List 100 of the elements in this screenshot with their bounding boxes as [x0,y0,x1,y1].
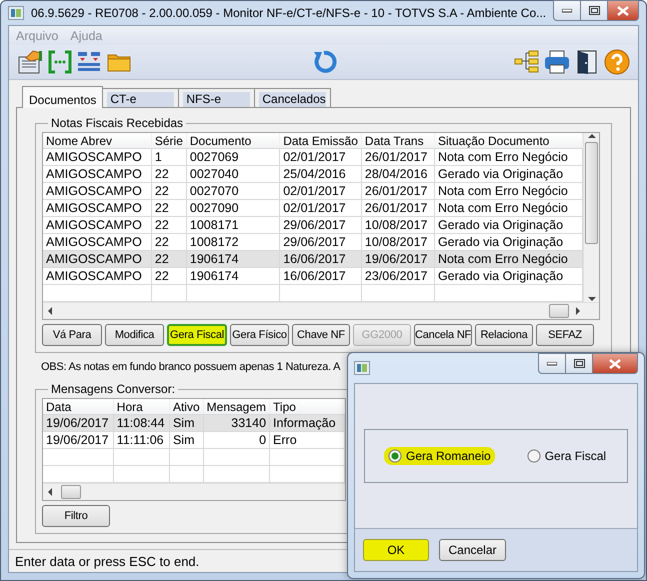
arrow-up-icon [586,133,596,139]
table-cell: 0027090 [186,200,280,216]
action-button[interactable]: Gera Físico [230,324,289,346]
scrollbar-thumb[interactable] [61,485,81,499]
arrow-left-icon [47,306,53,316]
table-cell: Gerado via Originação [434,166,582,182]
table-cell: 26/01/2017 [361,200,434,216]
minimize-button[interactable] [553,0,581,21]
close-button[interactable] [593,353,638,374]
column-header[interactable]: Ativo [169,399,204,414]
column-header[interactable]: Nome Abrev [43,133,152,148]
table-cell: AMIGOSCAMPO [43,268,152,284]
horizontal-scrollbar[interactable] [43,302,599,319]
column-header[interactable]: Hora [113,399,170,414]
action-button[interactable]: Chave NF [292,324,350,346]
minimize-icon [547,362,557,366]
action-button[interactable]: Vá Para [42,324,102,346]
table-row[interactable]: AMIGOSCAMPO 22 1008171 29/06/2017 10/08/2017 Gerado via Originação [43,216,582,234]
brackets-icon[interactable] [47,49,73,75]
table-cell: Nota com Erro Negócio [434,148,582,166]
column-header[interactable]: Data Emissão [280,133,362,148]
table-cell: 0027070 [186,182,280,200]
table-cell: AMIGOSCAMPO [43,200,152,216]
table-cell: 22 [151,216,186,234]
table-cell: AMIGOSCAMPO [43,166,152,182]
table-cell: 22 [151,200,186,216]
table-row[interactable]: AMIGOSCAMPO 1 0027069 02/01/2017 26/01/2017 Nota com Erro Negócio [43,148,582,166]
tab[interactable]: Documentos [22,86,104,108]
column-header[interactable]: Tipo [270,399,344,414]
action-button[interactable]: Gera Fiscal [167,324,227,346]
column-header[interactable]: Data Trans [361,133,434,148]
radio-icon [526,449,541,463]
table-cell: 33140 [203,414,270,432]
table-cell: 28/04/2016 [361,166,434,182]
minimize-icon [562,8,572,12]
table-cell: 29/06/2017 [280,216,362,234]
help-icon[interactable] [604,49,630,75]
scrollbar-thumb[interactable] [549,304,569,318]
close-icon [609,358,621,368]
table-row[interactable]: AMIGOSCAMPO 22 0027090 02/01/2017 26/01/2017 Nota com Erro Negócio [43,200,582,216]
maximize-button[interactable] [581,0,608,21]
table-cell: Gerado via Originação [434,216,582,234]
table-cell: 11:11:06 [113,432,170,448]
table-cell: Sim [169,432,204,448]
close-icon [617,6,629,16]
table-cell: 0027040 [186,166,280,182]
radio-option[interactable]: Gera Romaneio [384,447,495,465]
dialog-button[interactable]: Cancelar [439,539,506,561]
column-header[interactable]: Documento [186,133,280,148]
scrollbar-thumb[interactable] [585,142,598,244]
table-row[interactable]: AMIGOSCAMPO 22 0027070 02/01/2017 26/01/2017 Nota com Erro Negócio [43,182,582,200]
tree-icon[interactable] [514,49,540,75]
radio-label: Gera Fiscal [544,449,606,463]
close-button[interactable] [608,0,639,21]
printer-icon[interactable] [544,49,570,75]
tab[interactable]: Cancelados [254,88,332,107]
table-cell: Gerado via Originação [434,268,582,284]
table-cell: 02/01/2017 [280,148,362,166]
maximize-button[interactable] [566,353,593,374]
table-cell: 22 [151,182,186,200]
vertical-scrollbar[interactable] [583,133,599,302]
action-button[interactable]: SEFAZ [536,324,594,346]
horizontal-scrollbar[interactable] [43,483,345,500]
table-cell: Informação [270,414,344,432]
radio-label: Gera Romaneio [406,449,491,463]
table-row[interactable]: AMIGOSCAMPO 22 1906174 16/06/2017 19/06/2017 Nota com Erro Negócio [43,250,582,268]
restore-icon [574,359,584,368]
action-button[interactable]: Cancela NF [414,324,472,346]
table-cell: 22 [151,268,186,284]
table-row[interactable]: 19/06/2017 11:11:06 Sim 0 Erro [43,432,344,448]
column-header[interactable]: Data [43,399,114,414]
column-header[interactable]: Situação Documento [434,133,582,148]
filter-button[interactable]: Filtro [42,505,110,527]
column-header[interactable]: Mensagem [203,399,270,414]
table-cell: AMIGOSCAMPO [43,250,152,268]
table-cell: AMIGOSCAMPO [43,148,152,166]
table-cell: Erro [270,432,344,448]
table-cell: 23/06/2017 [361,268,434,284]
minimize-button[interactable] [538,353,566,374]
table-row[interactable]: AMIGOSCAMPO 22 0027040 25/04/2016 28/04/2016 Gerado via Originação [43,166,582,182]
column-header[interactable]: Série [151,133,186,148]
table-row[interactable]: AMIGOSCAMPO 22 1906174 16/06/2017 23/06/2017 Gerado via Originação [43,268,582,284]
tab[interactable]: CT-e [102,88,180,107]
table-cell: 16/06/2017 [280,250,362,268]
document-hand-icon[interactable] [17,49,43,75]
tab[interactable]: NFS-e [178,88,256,107]
table-cell: 1008171 [186,216,280,234]
table-cell: Nota com Erro Negócio [434,182,582,200]
table-row[interactable]: 19/06/2017 11:08:44 Sim 33140 Informação [43,414,344,432]
action-button[interactable]: Relaciona [475,324,533,346]
table-cell: 1906174 [186,250,280,268]
table-cell: 19/06/2017 [43,414,114,432]
table-cell: Nota com Erro Negócio [434,250,582,268]
table-cell: 26/01/2017 [361,148,434,166]
action-button[interactable]: Modifica [105,324,164,346]
note-text: OBS: As notas em fundo branco possuem apenas 1 Natureza. A [41,361,340,373]
table-cell: AMIGOSCAMPO [43,182,152,200]
table-cell: 25/04/2016 [280,166,362,182]
dialog-button[interactable]: OK [363,539,429,561]
radio-option[interactable]: Gera Fiscal [522,447,610,465]
